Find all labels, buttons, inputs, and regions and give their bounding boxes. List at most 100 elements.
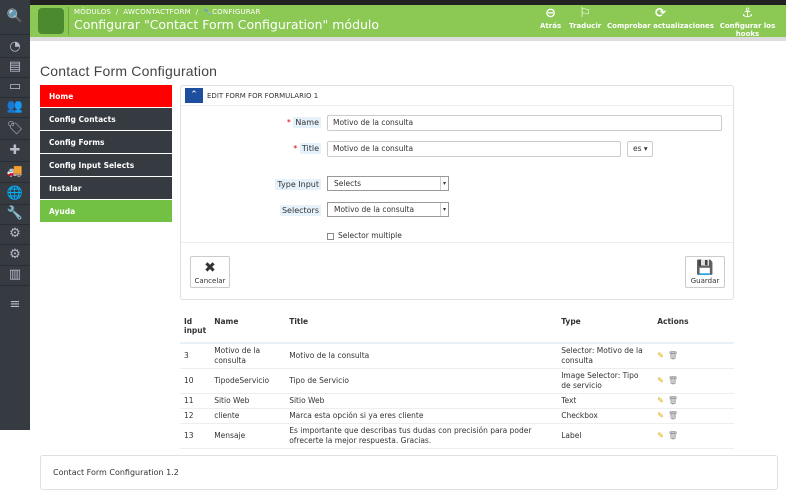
divider — [0, 161, 30, 162]
edit-icon[interactable]: ✎ — [657, 396, 664, 406]
table-row: 12 cliente Marca esta opción si ya eres cl… — [180, 408, 734, 424]
col-name: Name — [210, 315, 286, 344]
cell-id: 3 — [180, 343, 211, 369]
col-type: Type — [557, 315, 654, 344]
back-button[interactable]: ⊖ Atrás — [540, 6, 561, 30]
type-input-select[interactable]: Selects ▾ — [327, 176, 449, 191]
page-header: MÓDULOS / AWCONTACTFORM / 🔧CONFIGURAR Co… — [30, 5, 786, 38]
title-input[interactable]: Motivo de la consulta — [327, 141, 621, 157]
col-title: Title — [285, 315, 558, 344]
footer-version: Contact Form Configuration 1.2 — [53, 468, 179, 477]
divider — [0, 139, 30, 140]
delete-icon[interactable]: 🗑 — [668, 351, 678, 361]
tags-icon[interactable]: 🏷 — [5, 120, 25, 138]
catalog-icon[interactable]: ▤ — [5, 58, 25, 76]
menu-icon[interactable]: ≡ — [5, 296, 25, 314]
cell-title: Tipo de Servicio — [285, 368, 558, 394]
menu-config-forms[interactable]: Config Forms — [40, 131, 172, 154]
selector-multiple-label: Selector multiple — [338, 231, 402, 240]
chevron-down-icon: ▾ — [440, 177, 448, 190]
breadcrumb: MÓDULOS / AWCONTACTFORM / 🔧CONFIGURAR — [74, 8, 261, 16]
chevron-down-icon: ▾ — [440, 203, 448, 216]
delete-icon[interactable]: 🗑 — [668, 411, 678, 421]
advanced-settings-icon[interactable]: ⚙ — [5, 246, 25, 264]
orders-icon[interactable]: ▭ — [5, 78, 25, 96]
dashboard-icon[interactable]: ◔ — [5, 38, 25, 56]
divider — [0, 182, 30, 183]
language-dropdown[interactable]: es ▾ — [627, 141, 653, 157]
floppy-disk-icon: 💾 — [696, 260, 714, 276]
footer-panel: Contact Form Configuration 1.2 — [40, 455, 778, 490]
page-title: Contact Form Configuration — [40, 63, 218, 79]
inputs-table: Id input Name Title Type Actions 3 Motivo… — [180, 315, 734, 449]
cell-title: Es importante que describas tus dudas co… — [285, 423, 558, 449]
menu-instalar[interactable]: Instalar — [40, 177, 172, 200]
breadcrumb-configurar: CONFIGURAR — [212, 8, 261, 16]
delete-icon[interactable]: 🗑 — [668, 396, 678, 406]
name-label: * Name — [286, 117, 321, 128]
cancel-button[interactable]: ✖ Cancelar — [190, 256, 230, 288]
check-updates-label: Comprobar actualizaciones — [607, 22, 714, 30]
selector-multiple-option[interactable]: Selector multiple — [327, 231, 402, 240]
back-label: Atrás — [540, 22, 562, 30]
title-label: * Title — [293, 143, 321, 154]
divider — [0, 244, 30, 245]
shipping-icon[interactable]: 🚚 — [5, 163, 25, 181]
module-puzzle-icon — [38, 8, 64, 34]
selectors-select[interactable]: Motivo de la consulta ▾ — [327, 202, 449, 217]
save-button[interactable]: 💾 Guardar — [685, 256, 725, 288]
wrench-icon: 🔧 — [203, 8, 213, 16]
delete-icon[interactable]: 🗑 — [668, 376, 678, 386]
cell-name: cliente — [210, 408, 286, 424]
module-logo-icon: ⌃ — [185, 88, 203, 103]
edit-icon[interactable]: ✎ — [657, 411, 664, 421]
tools-icon[interactable]: 🔧 — [5, 205, 25, 223]
configure-hooks-button[interactable]: ⚓ Configurar los hooks — [709, 6, 786, 38]
cell-type: Image Selector: Tipo de servicio — [557, 368, 654, 394]
check-updates-button[interactable]: ⟳ Comprobar actualizaciones — [607, 6, 714, 30]
cell-id: 11 — [180, 393, 211, 409]
cell-name: Sitio Web — [210, 393, 286, 409]
close-icon: ✖ — [204, 260, 216, 276]
name-input[interactable]: Motivo de la consulta — [327, 115, 722, 131]
menu-config-input-selects[interactable]: Config Input Selects — [40, 154, 172, 177]
table-row: 11 Sitio Web Sitio Web Text ✎ 🗑 — [180, 393, 734, 409]
table-row: 10 TipodeServicio Tipo de Servicio Image Se… — [180, 368, 734, 394]
cell-actions: ✎ 🗑 — [653, 343, 734, 369]
save-label: Guardar — [690, 277, 720, 285]
edit-icon[interactable]: ✎ — [657, 431, 664, 441]
cancel-label: Cancelar — [194, 277, 226, 285]
localization-icon[interactable]: 🌐 — [5, 185, 25, 203]
col-actions: Actions — [653, 315, 734, 344]
edit-icon[interactable]: ✎ — [657, 351, 664, 361]
menu-ayuda[interactable]: Ayuda — [40, 200, 172, 223]
customers-icon[interactable]: 👥 — [5, 98, 25, 116]
selectors-label: Selectors — [279, 205, 321, 216]
header-shadow — [30, 37, 786, 41]
cell-type: Checkbox — [557, 408, 654, 424]
type-input-label: Type Input — [275, 179, 321, 190]
translate-label: Traducir — [569, 22, 602, 30]
menu-home[interactable]: Home — [40, 85, 172, 108]
selector-multiple-checkbox[interactable] — [327, 232, 334, 240]
search-icon[interactable]: 🔍 — [5, 8, 25, 26]
admin-sidebar: 🔍 ◔ ▤ ▭ 👥 🏷 ✚ 🚚 🌐 🔧 ⚙ ⚙ ▥ ≡ — [0, 0, 30, 430]
table-row: 3 Motivo de la consulta Motivo de la consu… — [180, 343, 734, 369]
breadcrumb-modules[interactable]: MÓDULOS — [74, 8, 111, 16]
edit-icon[interactable]: ✎ — [657, 376, 664, 386]
cell-title: Marca esta opción si ya eres cliente — [285, 408, 558, 424]
cell-name: Mensaje — [210, 423, 286, 449]
page-header-title: Configurar "Contact Form Configuration" … — [74, 17, 380, 32]
settings-icon[interactable]: ⚙ — [5, 225, 25, 243]
modules-icon[interactable]: ✚ — [5, 142, 25, 160]
refresh-icon: ⟳ — [655, 6, 666, 21]
delete-icon[interactable]: 🗑 — [668, 431, 678, 441]
cell-actions: ✎ 🗑 — [653, 423, 734, 449]
stats-icon[interactable]: ▥ — [5, 266, 25, 284]
cell-id: 10 — [180, 368, 211, 394]
cell-id: 12 — [180, 408, 211, 424]
menu-config-contacts[interactable]: Config Contacts — [40, 108, 172, 131]
translate-button[interactable]: ⚐ Traducir — [569, 6, 601, 30]
breadcrumb-awcontactform[interactable]: AWCONTACTFORM — [123, 8, 191, 16]
cell-title: Motivo de la consulta — [285, 343, 558, 369]
